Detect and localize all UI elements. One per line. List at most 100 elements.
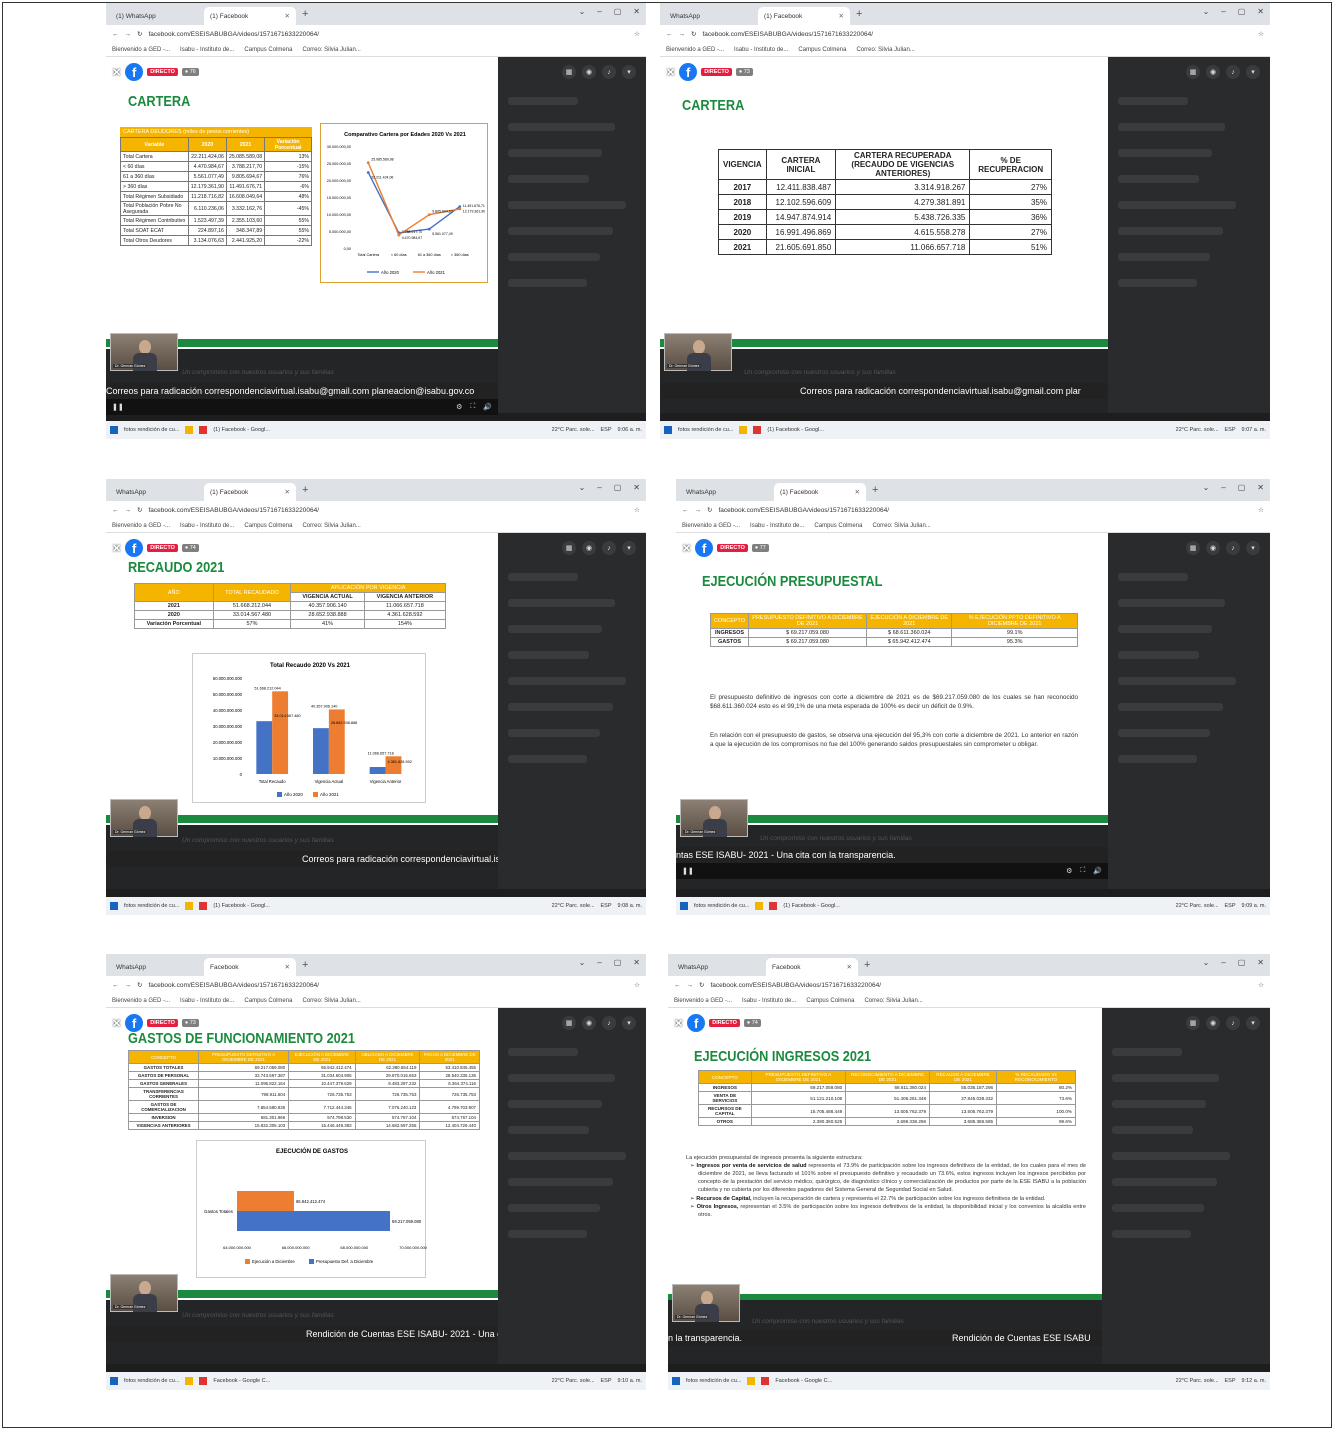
bookmark[interactable]: Correo: Silvia Julian...	[864, 998, 922, 1004]
pause-icon[interactable]: ❚❚	[682, 867, 694, 875]
close-icon[interactable]: ✕	[666, 66, 675, 79]
bookmark[interactable]: Bienvenido a GED -...	[666, 47, 724, 53]
account-icon[interactable]: ▾	[1246, 541, 1260, 555]
reload-icon[interactable]: ↻	[137, 981, 142, 989]
window-controls[interactable]: ⌄ – ▢ ✕	[1203, 7, 1264, 16]
video-player[interactable]: GASTOS DE FUNCIONAMIENTO 2021 CONCEPTO PR…	[106, 1008, 646, 1364]
forward-icon[interactable]: →	[125, 31, 132, 38]
taskbar-item[interactable]: Facebook - Google C...	[213, 1378, 270, 1384]
player-controls[interactable]: ❚❚ ⚙ ⛶ 🔊	[106, 399, 498, 415]
reload-icon[interactable]: ↻	[707, 506, 712, 514]
tab-facebook[interactable]: (1) Facebook ✕	[204, 7, 296, 25]
account-icon[interactable]: ▾	[622, 1016, 636, 1030]
tab-whatsapp[interactable]: (1) WhatsApp	[110, 7, 202, 25]
windows-icon[interactable]	[672, 1377, 680, 1385]
account-icon[interactable]: ▾	[1246, 65, 1260, 79]
grid-icon[interactable]: ▦	[1186, 65, 1200, 79]
back-icon[interactable]: ←	[674, 982, 681, 989]
grid-icon[interactable]: ▦	[562, 541, 576, 555]
chrome-icon[interactable]	[199, 1377, 208, 1385]
messenger-icon[interactable]: ◉	[1206, 541, 1220, 555]
chrome-icon[interactable]	[753, 426, 762, 434]
messenger-icon[interactable]: ◉	[1206, 65, 1220, 79]
taskbar-item[interactable]: (1) Facebook - Googl...	[767, 427, 824, 433]
reload-icon[interactable]: ↻	[137, 30, 142, 38]
tab-facebook[interactable]: Facebook ✕	[204, 958, 296, 976]
star-icon[interactable]: ☆	[1258, 30, 1264, 38]
bell-icon[interactable]: ♪	[1226, 65, 1240, 79]
bookmark[interactable]: Correo: Silvia Julian...	[856, 47, 914, 53]
close-icon[interactable]: ✕	[112, 66, 121, 79]
bookmark[interactable]: Bienvenido a GED -...	[112, 47, 170, 53]
video-player[interactable]: CARTERA CARTERA DEUDORES (miles de pesos…	[106, 57, 646, 415]
window-controls[interactable]: ⌄ – ▢ ✕	[1203, 483, 1264, 492]
forward-icon[interactable]: →	[687, 982, 694, 989]
bookmark[interactable]: Campus Colmena	[814, 523, 862, 529]
bookmark[interactable]: Campus Colmena	[806, 998, 854, 1004]
window-controls[interactable]: ⌄ – ▢ ✕	[579, 7, 640, 16]
forward-icon[interactable]: →	[695, 507, 702, 514]
bookmark[interactable]: Isabu - Instituto de...	[180, 47, 234, 53]
grid-icon[interactable]: ▦	[562, 1016, 576, 1030]
windows-icon[interactable]	[680, 902, 688, 910]
folder-icon[interactable]	[755, 902, 764, 910]
tab-facebook[interactable]: (1) Facebook ✕	[774, 483, 866, 501]
volume-icon[interactable]: 🔊	[483, 403, 492, 411]
reload-icon[interactable]: ↻	[699, 981, 704, 989]
video-player[interactable]: EJECUCIÓN INGRESOS 2021 CONCEPTO PRESUPUE…	[668, 1008, 1270, 1364]
bookmark[interactable]: Campus Colmena	[244, 523, 292, 529]
bell-icon[interactable]: ♪	[602, 541, 616, 555]
player-controls[interactable]: ❚❚ ⚙ ⛶ 🔊	[676, 863, 1108, 879]
taskbar-item[interactable]: fotos rendición de cu...	[694, 903, 749, 909]
bookmark[interactable]: Campus Colmena	[244, 998, 292, 1004]
messenger-icon[interactable]: ◉	[1206, 1016, 1220, 1030]
reload-icon[interactable]: ↻	[691, 30, 696, 38]
tab-facebook[interactable]: (1) Facebook ✕	[204, 483, 296, 501]
messenger-icon[interactable]: ◉	[582, 1016, 596, 1030]
back-icon[interactable]: ←	[112, 982, 119, 989]
bookmark[interactable]: Isabu - Instituto de...	[180, 998, 234, 1004]
folder-icon[interactable]	[747, 1377, 756, 1385]
taskbar-item[interactable]: fotos rendición de cu...	[686, 1378, 741, 1384]
tab-whatsapp[interactable]: WhatsApp	[110, 958, 202, 976]
forward-icon[interactable]: →	[679, 31, 686, 38]
taskbar-item[interactable]: (1) Facebook - Googl...	[213, 903, 270, 909]
folder-icon[interactable]	[185, 426, 194, 434]
settings-icon[interactable]: ⚙	[456, 403, 462, 411]
back-icon[interactable]: ←	[112, 507, 119, 514]
windows-icon[interactable]	[110, 1377, 118, 1385]
chrome-icon[interactable]	[199, 426, 208, 434]
windows-icon[interactable]	[110, 426, 118, 434]
bell-icon[interactable]: ♪	[1226, 1016, 1240, 1030]
address-bar[interactable]: facebook.com/ESEISABUBGA/videos/15716716…	[148, 507, 628, 514]
grid-icon[interactable]: ▦	[1186, 541, 1200, 555]
address-bar[interactable]: facebook.com/ESEISABUBGA/videos/15716716…	[718, 507, 1252, 514]
bookmark[interactable]: Bienvenido a GED -...	[682, 523, 740, 529]
bell-icon[interactable]: ♪	[1226, 541, 1240, 555]
bookmark[interactable]: Campus Colmena	[798, 47, 846, 53]
tab-whatsapp[interactable]: WhatsApp	[672, 958, 764, 976]
account-icon[interactable]: ▾	[1246, 1016, 1260, 1030]
bell-icon[interactable]: ♪	[602, 65, 616, 79]
reload-icon[interactable]: ↻	[137, 506, 142, 514]
star-icon[interactable]: ☆	[634, 981, 640, 989]
bookmark[interactable]: Campus Colmena	[244, 47, 292, 53]
chrome-icon[interactable]	[769, 902, 778, 910]
bookmark[interactable]: Correo: Silvia Julian...	[302, 523, 360, 529]
tab-facebook[interactable]: (1) Facebook ✕	[758, 7, 850, 25]
close-icon[interactable]: ✕	[682, 542, 691, 555]
bookmark[interactable]: Isabu - Instituto de...	[750, 523, 804, 529]
back-icon[interactable]: ←	[112, 31, 119, 38]
back-icon[interactable]: ←	[682, 507, 689, 514]
bookmark[interactable]: Correo: Silvia Julian...	[302, 998, 360, 1004]
chrome-icon[interactable]	[761, 1377, 770, 1385]
fullscreen-icon[interactable]: ⛶	[470, 403, 475, 411]
window-controls[interactable]: ⌄ – ▢ ✕	[579, 483, 640, 492]
folder-icon[interactable]	[185, 902, 194, 910]
folder-icon[interactable]	[185, 1377, 194, 1385]
video-player[interactable]: RECAUDO 2021 AÑO TOTAL RECAUDADO APLICACIÓ…	[106, 533, 646, 889]
video-player[interactable]: CARTERA VIGENCIA CARTERA INICIAL CARTERA R…	[660, 57, 1270, 413]
address-bar[interactable]: facebook.com/ESEISABUBGA/videos/15716716…	[710, 982, 1252, 989]
taskbar-item[interactable]: fotos rendición de cu...	[124, 1378, 179, 1384]
account-icon[interactable]: ▾	[622, 65, 636, 79]
